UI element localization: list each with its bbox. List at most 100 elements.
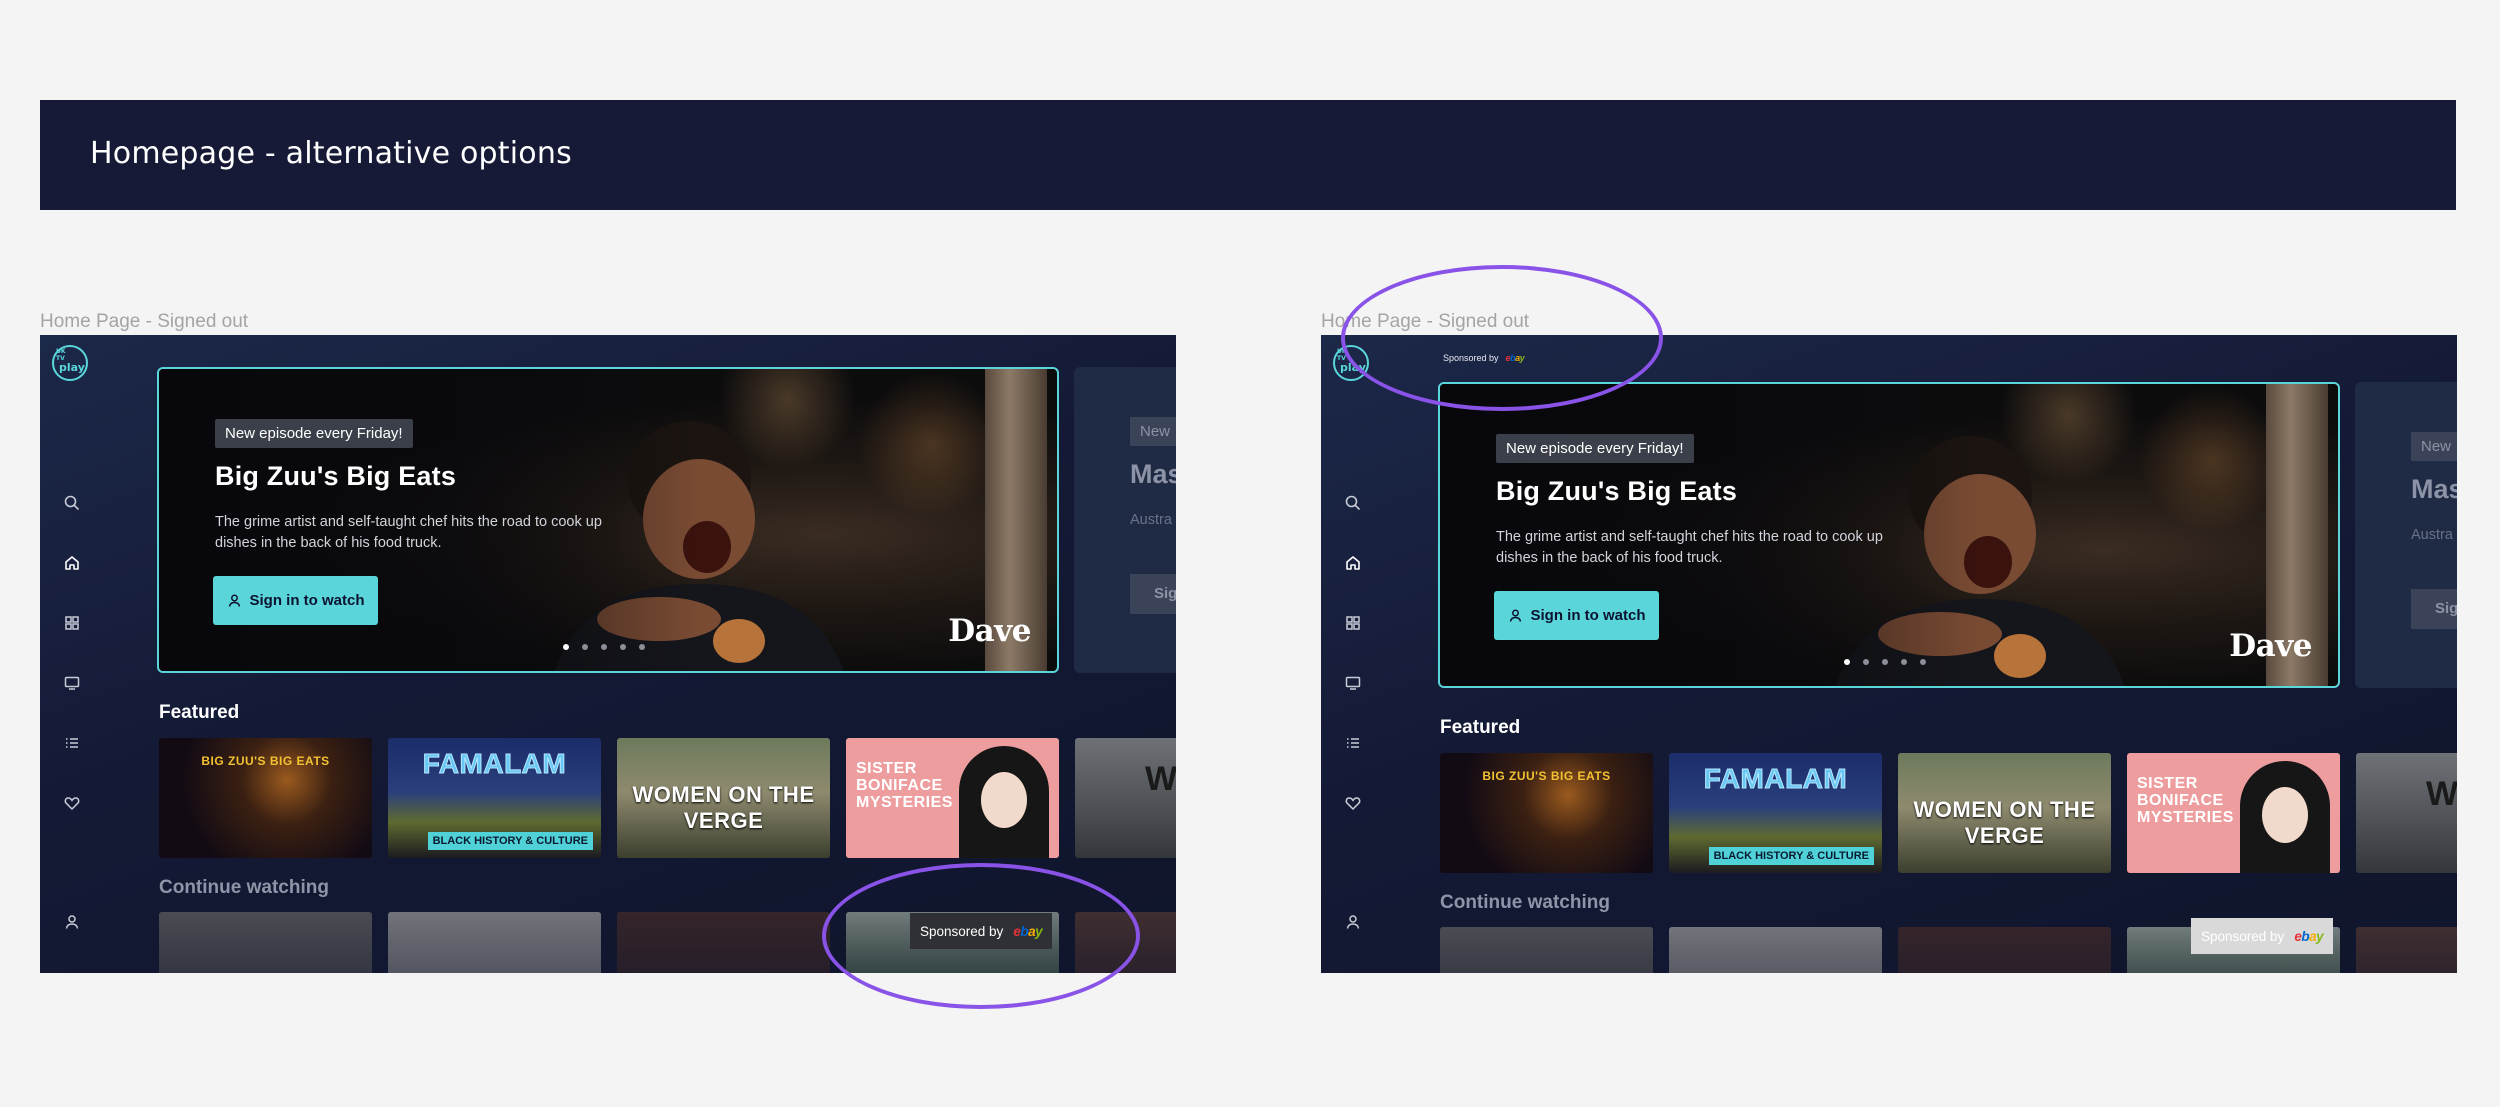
categories-icon[interactable] <box>63 614 81 632</box>
sign-in-to-watch-button[interactable]: Sign in to watch <box>1494 591 1659 640</box>
sign-in-to-watch-button[interactable]: Sign in to watch <box>213 576 378 625</box>
card-title: FAMALAM <box>1703 763 1848 795</box>
continue-watching-card[interactable] <box>2356 927 2457 973</box>
logo-uk-text: UK <box>56 348 66 355</box>
featured-heading: Featured <box>1440 717 1521 738</box>
card-title: SISTER BONIFACE MYSTERIES <box>2137 775 2234 826</box>
tv-guide-icon[interactable] <box>63 674 81 692</box>
next-hero-title: Mas <box>1130 459 1176 489</box>
hero-badge: New episode every Friday! <box>215 419 413 448</box>
card-fade <box>1669 927 1882 973</box>
logo-play-text: play <box>59 361 85 374</box>
continue-watching-heading: Continue watching <box>159 877 329 898</box>
uktv-play-logo[interactable]: UK TV play <box>1331 341 1371 383</box>
featured-card[interactable]: WA <box>2356 753 2457 873</box>
sponsored-by-tag[interactable]: Sponsored by ebay <box>910 913 1053 949</box>
card-title: BIG ZUU'S BIG EATS <box>1482 769 1611 783</box>
carousel-dot[interactable] <box>1863 659 1869 665</box>
card-title: WA <box>1145 760 1176 798</box>
card-artwork <box>2240 761 2330 873</box>
carousel-dot[interactable] <box>582 644 588 650</box>
card-fade <box>1075 912 1176 973</box>
carousel-dot[interactable] <box>601 644 607 650</box>
logo-uk-text: UK <box>1337 348 1347 355</box>
search-icon[interactable] <box>63 494 81 512</box>
favourites-icon[interactable] <box>1344 794 1362 812</box>
home-icon[interactable] <box>1344 554 1362 572</box>
featured-row: BIG ZUU'S BIG EATS FAMALAM BLACK HISTORY … <box>159 738 1176 858</box>
card-title: FAMALAM <box>422 748 567 780</box>
next-hero-button[interactable]: Sig <box>2411 589 2457 629</box>
continue-watching-card[interactable] <box>159 912 372 973</box>
uktv-play-logo[interactable]: UK TV play <box>50 341 90 383</box>
sponsored-by-tag[interactable]: Sponsored by ebay <box>2191 918 2334 954</box>
home-icon[interactable] <box>63 554 81 572</box>
carousel-dot[interactable] <box>620 644 626 650</box>
next-hero-badge: New <box>1130 417 1176 446</box>
hero-description: The grime artist and self-taught chef hi… <box>215 514 602 551</box>
card-fade <box>617 912 830 973</box>
featured-card[interactable]: WOMEN ON THE VERGE <box>1898 753 2111 873</box>
featured-card[interactable]: WA <box>1075 738 1176 858</box>
carousel-dots[interactable] <box>563 644 645 650</box>
profile-icon[interactable] <box>1344 913 1362 931</box>
hero-title: Big Zuu's Big Eats <box>215 461 457 491</box>
carousel-dots[interactable] <box>1844 659 1926 665</box>
frame-caption-right: Home Page - Signed out <box>1321 311 1530 332</box>
carousel-dot[interactable] <box>1920 659 1926 665</box>
carousel-dot[interactable] <box>563 644 569 650</box>
search-icon[interactable] <box>1344 494 1362 512</box>
list-icon[interactable] <box>1344 734 1362 752</box>
tv-guide-icon[interactable] <box>1344 674 1362 692</box>
continue-watching-card[interactable] <box>1669 927 1882 973</box>
carousel-dot[interactable] <box>1844 659 1850 665</box>
next-hero-badge: New <box>2411 432 2457 461</box>
card-subtitle: BLACK HISTORY & CULTURE <box>1708 847 1874 865</box>
featured-card[interactable]: BIG ZUU'S BIG EATS <box>159 738 372 858</box>
card-fade <box>1440 927 1653 973</box>
ebay-logo: ebay <box>2294 928 2324 944</box>
continue-watching-card[interactable] <box>1898 927 2111 973</box>
featured-card[interactable]: BIG ZUU'S BIG EATS <box>1440 753 1653 873</box>
channel-logo-dave: Dave <box>2229 628 2312 664</box>
card-title: WOMEN ON THE VERGE <box>632 782 815 833</box>
sponsor-text: Sponsored by <box>1443 353 1499 363</box>
card-subtitle: BLACK HISTORY & CULTURE <box>427 832 593 850</box>
frame-caption-left: Home Page - Signed out <box>40 311 249 332</box>
top-sponsored-by-tag[interactable]: Sponsored by ebay <box>1443 351 1525 365</box>
hero-badge: New episode every Friday! <box>1496 434 1694 463</box>
sidebar: UK TV play <box>40 335 106 973</box>
featured-row: BIG ZUU'S BIG EATS FAMALAM BLACK HISTORY … <box>1440 753 2457 873</box>
profile-icon[interactable] <box>63 913 81 931</box>
logo-play-text: play <box>1340 361 1366 374</box>
hero-next-slide-peek[interactable]: New Mas Austra origina Sig <box>2355 382 2457 688</box>
favourites-icon[interactable] <box>63 794 81 812</box>
card-artwork <box>959 746 1049 858</box>
next-hero-button[interactable]: Sig <box>1130 574 1176 614</box>
sign-in-label: Sign in to watch <box>1530 607 1646 624</box>
featured-card[interactable]: FAMALAM BLACK HISTORY & CULTURE <box>388 738 601 858</box>
card-title: BIG ZUU'S BIG EATS <box>201 754 330 768</box>
hero-title: Big Zuu's Big Eats <box>1496 476 1738 506</box>
hero-next-slide-peek[interactable]: New Mas Austra origina Sig <box>1074 367 1176 673</box>
featured-card[interactable]: SISTER BONIFACE MYSTERIES <box>846 738 1059 858</box>
continue-watching-card[interactable] <box>617 912 830 973</box>
continue-watching-card[interactable] <box>388 912 601 973</box>
hero-carousel-slide[interactable]: New episode every Friday! Big Zuu's Big … <box>157 367 1059 673</box>
list-icon[interactable] <box>63 734 81 752</box>
featured-card[interactable]: FAMALAM BLACK HISTORY & CULTURE <box>1669 753 1882 873</box>
user-icon <box>228 594 240 607</box>
featured-card[interactable]: WOMEN ON THE VERGE <box>617 738 830 858</box>
card-fade <box>159 912 372 973</box>
hero-carousel-slide[interactable]: New episode every Friday! Big Zuu's Big … <box>1438 382 2340 688</box>
card-fade <box>388 912 601 973</box>
carousel-dot[interactable] <box>1882 659 1888 665</box>
carousel-dot[interactable] <box>1901 659 1907 665</box>
categories-icon[interactable] <box>1344 614 1362 632</box>
continue-watching-card[interactable] <box>1440 927 1653 973</box>
carousel-dot[interactable] <box>639 644 645 650</box>
ebay-logo: ebay <box>1505 353 1525 363</box>
featured-card[interactable]: SISTER BONIFACE MYSTERIES <box>2127 753 2340 873</box>
homepage-frame-option-b: UK TV play Sponsored by ebay New episode… <box>1321 335 2457 973</box>
continue-watching-card[interactable] <box>1075 912 1176 973</box>
